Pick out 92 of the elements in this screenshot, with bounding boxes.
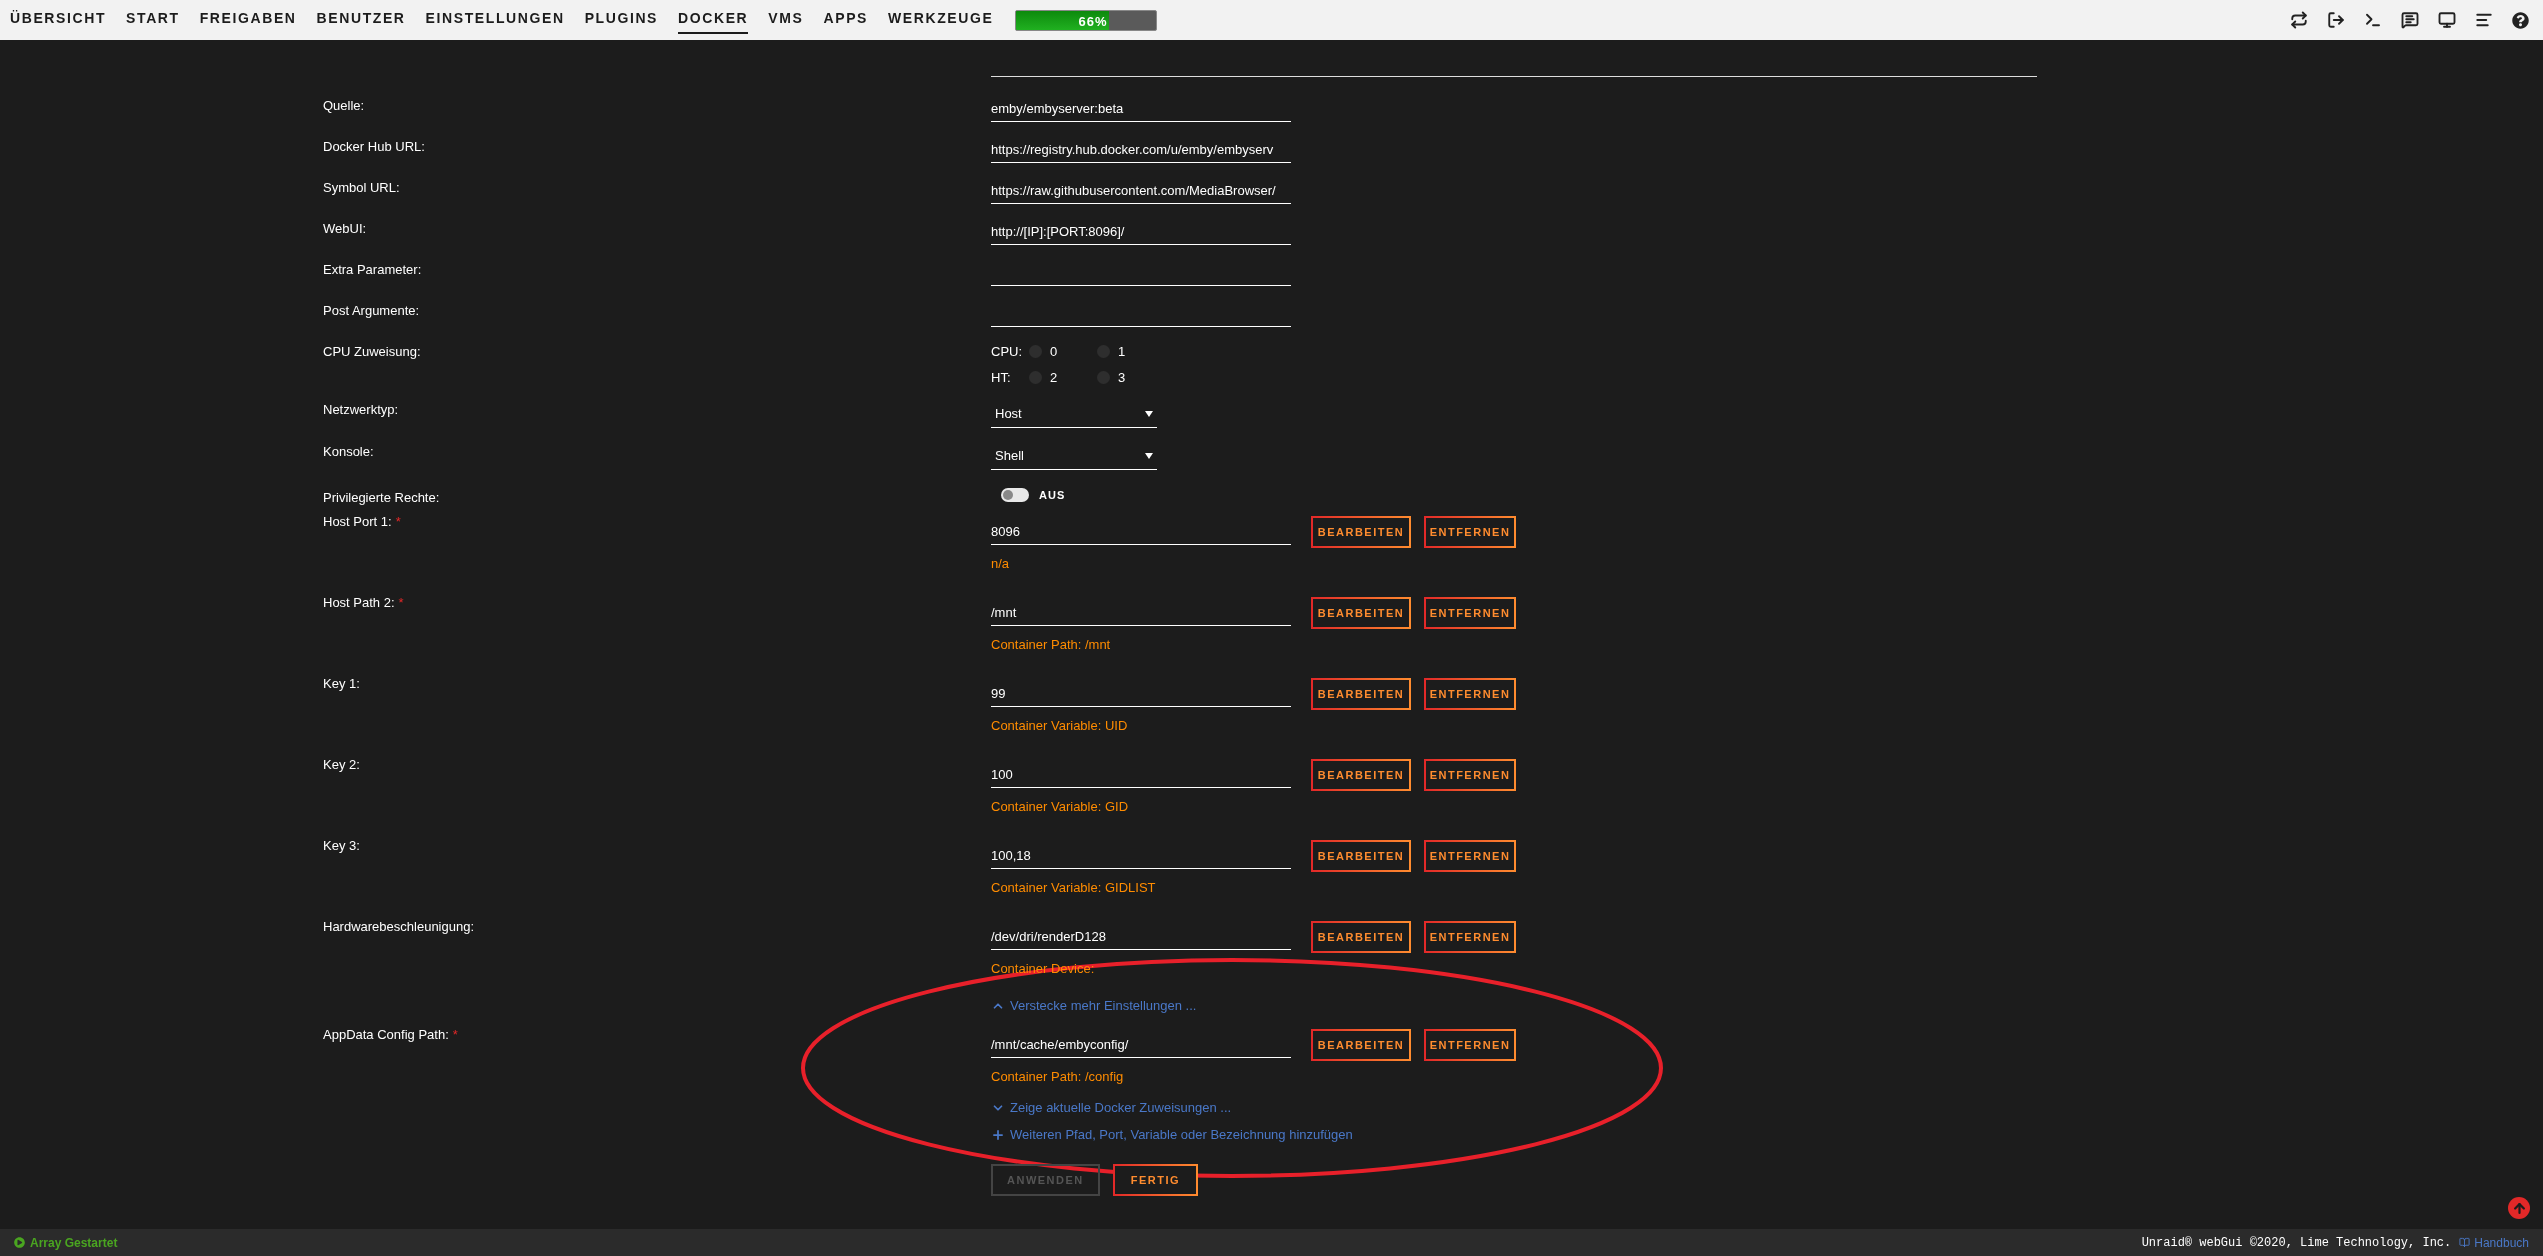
remove-button[interactable]: ENTFERNEN [1424, 516, 1516, 548]
edit-button[interactable]: BEARBEITEN [1311, 678, 1411, 710]
field-label: Hardwarebeschleunigung: [323, 918, 475, 936]
field-label: Host Port 1: [323, 513, 392, 531]
input-field[interactable]: /dev/dri/renderD128 [991, 924, 1291, 950]
select-field[interactable]: Host [991, 400, 1157, 428]
remove-button[interactable]: ENTFERNEN [1424, 1029, 1516, 1061]
entry-description: n/a [991, 555, 1010, 573]
edit-button[interactable]: BEARBEITEN [1311, 597, 1411, 629]
array-status: Array Gestartet [30, 1234, 118, 1252]
input-field[interactable]: https://registry.hub.docker.com/u/emby/embyserv [991, 137, 1291, 163]
input-field[interactable]: https://raw.githubusercontent.com/MediaBrowser/ [991, 178, 1291, 204]
edit-button[interactable]: BEARBEITEN [1311, 759, 1411, 791]
required-mark: * [395, 513, 401, 531]
nav-tab[interactable]: PLUGINS [584, 6, 659, 34]
text-lines-icon[interactable] [2475, 11, 2493, 29]
field-label: Post Argumente: [323, 302, 420, 320]
monitor-icon[interactable] [2438, 11, 2456, 29]
terminal-icon[interactable] [2364, 11, 2382, 29]
core-number: 1 [1118, 343, 1126, 361]
remove-button[interactable]: ENTFERNEN [1424, 840, 1516, 872]
required-mark: * [452, 1026, 458, 1044]
edit-button[interactable]: BEARBEITEN [1311, 1029, 1411, 1061]
field-label: AppData Config Path: [323, 1026, 449, 1044]
toggle-state: AUS [1039, 487, 1066, 503]
field-label: Privilegierte Rechte: [323, 489, 440, 507]
edit-button[interactable]: BEARBEITEN [1311, 921, 1411, 953]
field-label: WebUI: [323, 220, 367, 238]
nav-tab[interactable]: DOCKER [678, 6, 749, 34]
cpu-row-label: HT: [991, 368, 1012, 387]
nav-tab[interactable]: WERKZEUGE [888, 6, 994, 34]
edit-button[interactable]: BEARBEITEN [1311, 516, 1411, 548]
usage-percent: 66% [1078, 12, 1108, 30]
cpu-row-label: CPU: [991, 343, 1024, 361]
nav-tab[interactable]: FREIGABEN [199, 6, 297, 34]
book-icon [2459, 1237, 2471, 1248]
toggle-link[interactable]: Verstecke mehr Einstellungen ... [991, 992, 1197, 1019]
help-icon[interactable] [2512, 11, 2529, 29]
nav-tab[interactable]: APPS [823, 6, 868, 34]
plus-icon [991, 1127, 1005, 1142]
copyright-text: Unraid® webGui ©2020, Lime Technology, Inc. [2141, 1234, 2452, 1252]
field-label: CPU Zuweisung: [323, 343, 421, 361]
field-label: Key 1: [323, 675, 360, 693]
input-field[interactable]: /mnt [991, 600, 1291, 626]
entry-description: Container Variable: UID [991, 717, 1128, 735]
field-label: Extra Parameter: [323, 261, 422, 279]
form-button[interactable]: FERTIG [1112, 1164, 1199, 1196]
core-number: 2 [1050, 368, 1058, 387]
caret-icon [1145, 410, 1153, 417]
input-field[interactable]: 100,18 [991, 843, 1291, 869]
nav-tab[interactable]: START [126, 6, 180, 34]
nav-tab[interactable]: BENUTZER [316, 6, 406, 34]
input-field[interactable]: /mnt/cache/embyconfig/ [991, 1032, 1291, 1058]
nav-tab[interactable]: ÜBERSICHT [10, 6, 107, 34]
field-label: Netzwerktyp: [323, 401, 399, 419]
field-label: Quelle: [323, 97, 365, 115]
logout-icon[interactable] [2327, 11, 2345, 29]
remove-button[interactable]: ENTFERNEN [1424, 759, 1516, 791]
field-label: Docker Hub URL: [323, 138, 425, 156]
core-number: 3 [1118, 368, 1126, 387]
nav-tab[interactable]: VMS [768, 6, 804, 34]
select-field[interactable]: Shell [991, 442, 1157, 470]
field-label: Key 2: [323, 756, 360, 774]
remove-button[interactable]: ENTFERNEN [1424, 597, 1516, 629]
input-field[interactable]: 99 [991, 681, 1291, 707]
entry-description: Container Variable: GID [991, 798, 1129, 816]
message-icon[interactable] [2401, 11, 2419, 29]
required-mark: * [398, 594, 404, 612]
remove-button[interactable]: ENTFERNEN [1424, 678, 1516, 710]
input-field[interactable]: emby/embyserver:beta [991, 96, 1291, 122]
toggle-switch[interactable] [1001, 488, 1029, 502]
field-label: Konsole: [323, 443, 374, 461]
edit-button[interactable]: BEARBEITEN [1311, 840, 1411, 872]
input-field[interactable]: http://[IP]:[PORT:8096]/ [991, 219, 1291, 245]
entry-description: Container Variable: GIDLIST [991, 879, 1156, 897]
entry-description: Container Path: /config [991, 1068, 1124, 1086]
field-label: Host Path 2: [323, 594, 395, 612]
input-field[interactable]: 8096 [991, 519, 1291, 545]
toggle-link[interactable]: Zeige aktuelle Docker Zuweisungen ... [991, 1094, 1232, 1121]
scroll-top-icon[interactable] [2508, 1197, 2530, 1219]
toggle-link[interactable]: Weiteren Pfad, Port, Variable oder Bezeichnung hinzufügen [991, 1121, 1353, 1148]
remove-button[interactable]: ENTFERNEN [1424, 921, 1516, 953]
field-label: Symbol URL: [323, 179, 400, 197]
repeat-icon[interactable] [2290, 11, 2308, 29]
input-field[interactable]: 100 [991, 762, 1291, 788]
nav-tab[interactable]: EINSTELLUNGEN [425, 6, 565, 34]
entry-description: Container Path: /mnt [991, 636, 1111, 654]
field-label: Key 3: [323, 837, 360, 855]
caret-icon [1145, 452, 1153, 459]
core-number: 0 [1050, 343, 1058, 361]
entry-description: Container Device: [991, 960, 1095, 978]
status-icon [14, 1237, 25, 1248]
